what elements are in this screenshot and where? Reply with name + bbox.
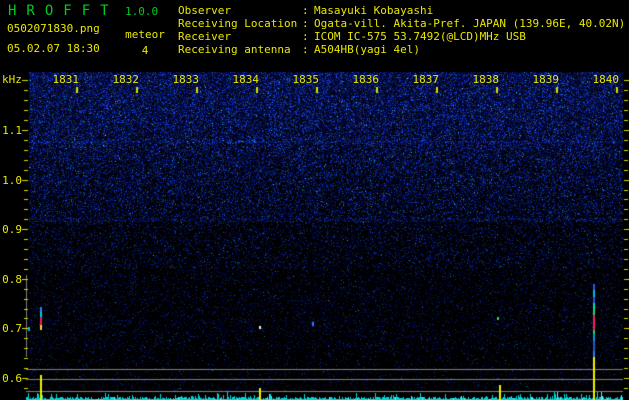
info-row-observer: Observer: Masayuki Kobayashi — [178, 4, 625, 17]
x-axis-label: 1833 — [172, 73, 200, 86]
y-axis-label: 0.8 — [2, 272, 22, 286]
hrofft-window: HROFFT 1.0.0 0502071830.png meteor 05.02… — [0, 0, 629, 400]
station-info-block: Observer: Masayuki Kobayashi Receiving Lo… — [178, 4, 625, 56]
info-label: Receiver — [178, 30, 231, 43]
info-colon: : — [302, 30, 309, 43]
app-title: HROFFT — [8, 3, 119, 19]
info-row-location: Receiving Location: Ogata-vill. Akita-Pre… — [178, 17, 625, 30]
info-colon: : — [302, 43, 309, 56]
observation-datetime: 05.02.07 18:30 — [7, 42, 100, 55]
info-row-receiver: Receiver: ICOM IC-575 53.7492(@LCD)MHz US… — [178, 30, 625, 43]
info-label: Receiving antenna — [178, 43, 291, 56]
output-filename: 0502071830.png — [7, 22, 100, 35]
x-axis-label: 1838 — [472, 73, 500, 86]
spectrogram-canvas — [0, 0, 629, 400]
info-colon: : — [302, 17, 309, 30]
info-value: ICOM IC-575 53.7492(@LCD)MHz USB — [314, 30, 526, 43]
info-row-antenna: Receiving antenna: A504HB(yagi 4el) — [178, 43, 625, 56]
x-axis-label: 1839 — [532, 73, 560, 86]
y-axis-label: 0.7 — [2, 322, 22, 336]
info-value: Ogata-vill. Akita-Pref. JAPAN (139.96E, … — [314, 17, 626, 30]
x-axis-label: 1835 — [292, 73, 320, 86]
x-axis-label: 1834 — [232, 73, 260, 86]
meteor-count: 4 — [141, 44, 149, 57]
info-value: A504HB(yagi 4el) — [314, 43, 420, 56]
x-axis-label: 1832 — [112, 73, 140, 86]
x-axis-label: 1831 — [52, 73, 80, 86]
app-version: 1.0.0 — [125, 5, 159, 18]
x-axis-label: 1840 — [592, 73, 620, 86]
info-colon: : — [302, 4, 309, 17]
y-axis-unit-label: kHz — [2, 73, 22, 86]
info-value: Masayuki Kobayashi — [314, 4, 434, 17]
mode-label: meteor — [125, 28, 165, 41]
x-axis-label: 1836 — [352, 73, 380, 86]
y-axis-label: 1.0 — [2, 173, 22, 187]
x-axis-label: 1837 — [412, 73, 440, 86]
info-label: Observer — [178, 4, 231, 17]
y-axis-label: 1.1 — [2, 124, 22, 137]
y-axis-label: 0.9 — [2, 223, 22, 237]
y-axis-label: 0.6 — [2, 372, 22, 385]
info-label: Receiving Location — [178, 17, 298, 30]
